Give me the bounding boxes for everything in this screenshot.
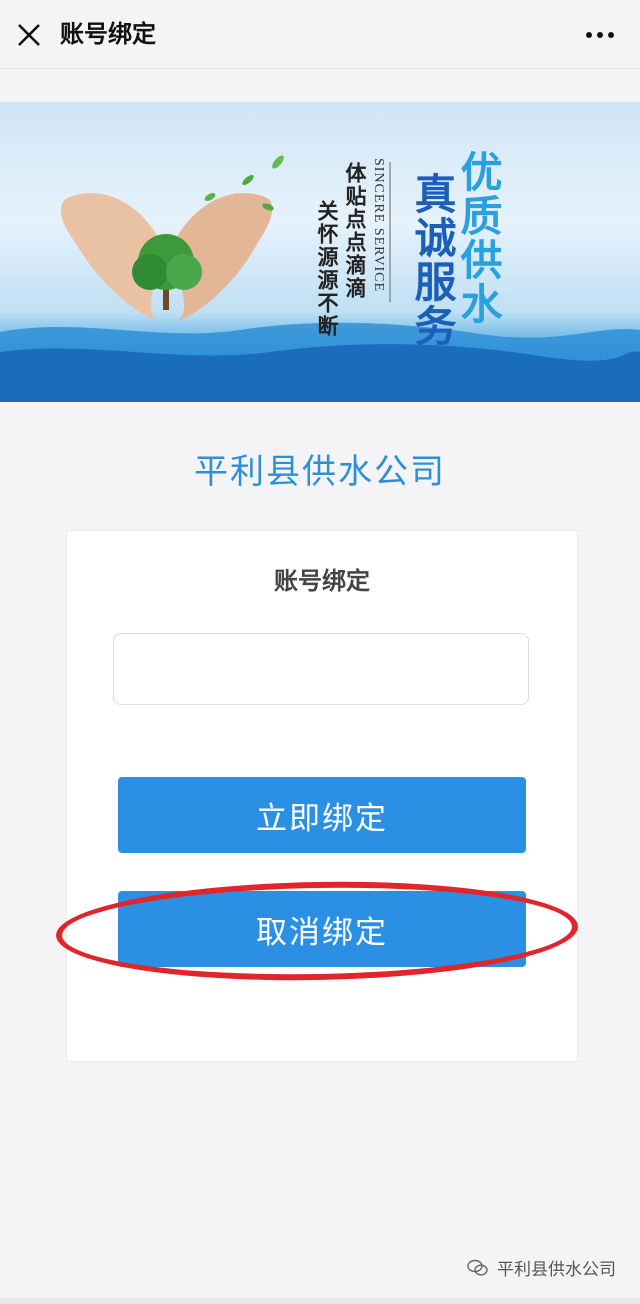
bottom-strip [0,1298,640,1304]
page-title: 账号绑定 [60,20,156,48]
banner-slogan-english: SINCERE SERVICE [371,158,386,293]
watermark-text: 平利县供水公司 [497,1260,616,1280]
company-title: 平利县供水公司 [194,452,446,492]
bind-now-button[interactable]: 立即绑定 [118,777,526,853]
more-dots-icon[interactable] [582,22,618,48]
form-title: 账号绑定 [274,567,370,595]
banner-slogan-4: 关怀源源不断 [315,200,339,338]
banner-slogan-2: 真诚服务 [408,172,457,348]
banner-slogan-3: 体贴点点滴滴 [343,162,367,300]
watermark: 平利县供水公司 [467,1255,616,1280]
binding-card: 账号绑定 立即绑定 取消绑定 [66,530,578,1062]
top-nav-bar: 账号绑定 [0,0,640,69]
account-input[interactable] [113,633,529,705]
close-icon[interactable] [14,20,44,50]
cancel-binding-button[interactable]: 取消绑定 [118,891,526,967]
wechat-official-account-icon [467,1259,488,1276]
banner-image: 优质供水 真诚服务 SINCERE SERVICE 体贴点点滴滴 关怀源源不断 [0,102,640,402]
